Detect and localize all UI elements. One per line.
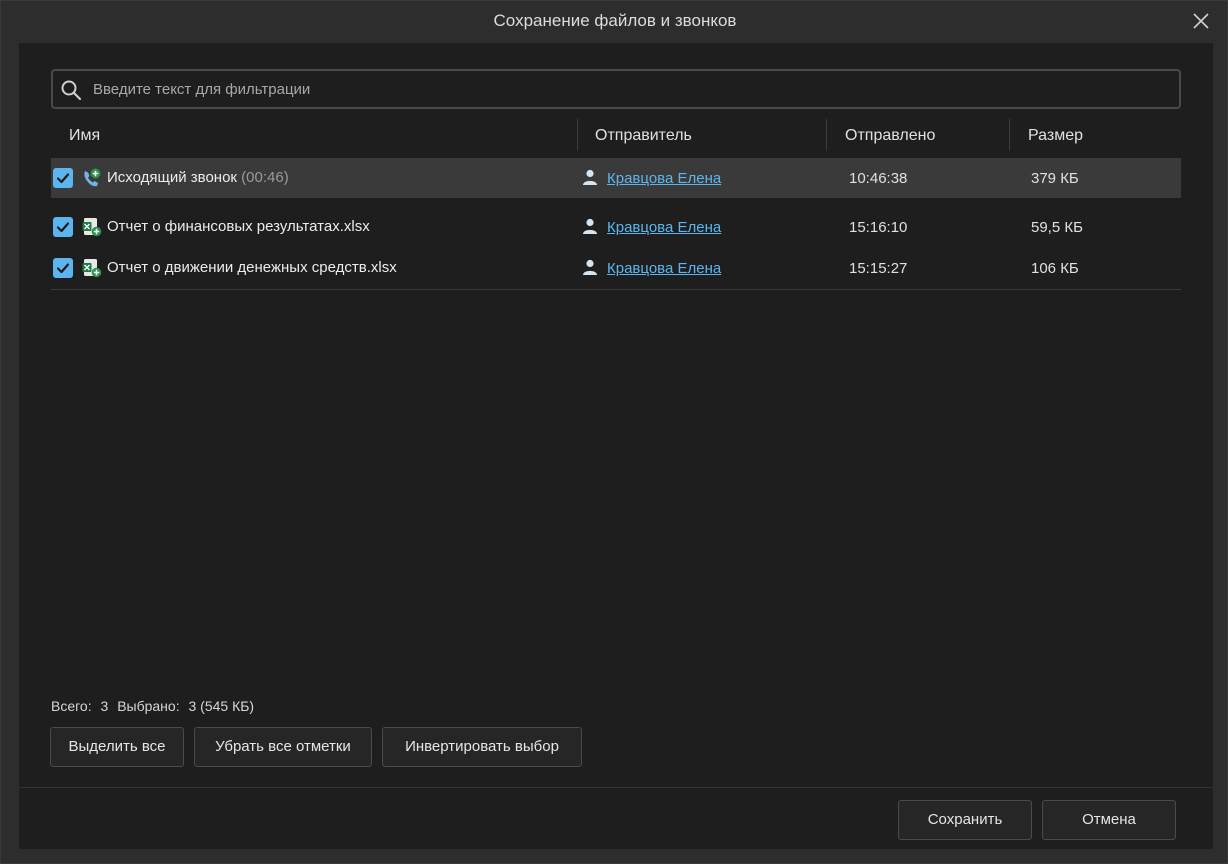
excel-file-icon bbox=[81, 257, 103, 279]
column-header-sender[interactable]: Отправитель bbox=[595, 117, 692, 155]
list-divider bbox=[51, 289, 1181, 290]
column-header-name[interactable]: Имя bbox=[69, 117, 100, 155]
file-size: 106 КБ bbox=[1031, 260, 1079, 277]
user-icon bbox=[581, 217, 599, 235]
search-box bbox=[51, 69, 1181, 109]
row-checkbox[interactable] bbox=[53, 217, 73, 237]
cancel-button[interactable]: Отмена bbox=[1042, 800, 1176, 840]
file-name: Отчет о движении денежных средств.xlsx bbox=[107, 259, 397, 276]
file-name: Отчет о финансовых результатах.xlsx bbox=[107, 218, 370, 235]
excel-file-icon bbox=[81, 216, 103, 238]
file-name: Исходящий звонок (00:46) bbox=[107, 169, 289, 186]
clear-all-button[interactable]: Убрать все отметки bbox=[194, 727, 372, 767]
selected-value: 3 (545 КБ) bbox=[188, 698, 255, 714]
file-name-text: Исходящий звонок bbox=[107, 169, 237, 186]
row-checkbox[interactable] bbox=[53, 258, 73, 278]
selection-summary: Всего: 3 Выбрано: 3 (545 КБ) bbox=[51, 698, 259, 714]
column-header-sent[interactable]: Отправлено bbox=[845, 117, 935, 155]
table-header: Имя Отправитель Отправлено Размер bbox=[51, 117, 1181, 155]
table-row[interactable]: Отчет о финансовых результатах.xlsx Крав… bbox=[51, 207, 1181, 247]
search-input[interactable] bbox=[93, 77, 1173, 101]
invert-selection-button[interactable]: Инвертировать выбор bbox=[382, 727, 582, 767]
row-checkbox[interactable] bbox=[53, 168, 73, 188]
outgoing-call-icon bbox=[81, 167, 103, 189]
user-icon bbox=[581, 258, 599, 276]
table-row[interactable]: Исходящий звонок (00:46) Кравцова Елена … bbox=[51, 158, 1181, 198]
dialog-title: Сохранение файлов и звонков bbox=[493, 11, 737, 30]
title-bar: Сохранение файлов и звонков bbox=[1, 1, 1228, 41]
selected-label: Выбрано: bbox=[117, 698, 180, 714]
sent-time: 10:46:38 bbox=[849, 170, 908, 187]
total-label: Всего: bbox=[51, 698, 92, 714]
column-separator[interactable] bbox=[826, 119, 827, 151]
file-size: 59,5 КБ bbox=[1031, 219, 1083, 236]
dialog-body: Имя Отправитель Отправлено Размер Исходя… bbox=[19, 43, 1213, 849]
sender-link[interactable]: Кравцова Елена bbox=[607, 170, 721, 187]
save-dialog: Сохранение файлов и звонков Имя Отправит… bbox=[0, 0, 1228, 864]
sent-time: 15:16:10 bbox=[849, 219, 908, 236]
user-icon bbox=[581, 168, 599, 186]
save-button[interactable]: Сохранить bbox=[898, 800, 1032, 840]
sender-link[interactable]: Кравцова Елена bbox=[607, 260, 721, 277]
file-size: 379 КБ bbox=[1031, 170, 1079, 187]
sender-link[interactable]: Кравцова Елена bbox=[607, 219, 721, 236]
column-separator[interactable] bbox=[577, 119, 578, 151]
select-all-button[interactable]: Выделить все bbox=[50, 727, 184, 767]
footer-divider bbox=[19, 787, 1213, 788]
column-header-size[interactable]: Размер bbox=[1028, 117, 1083, 155]
column-separator[interactable] bbox=[1009, 119, 1010, 151]
close-icon[interactable] bbox=[1191, 11, 1211, 31]
call-duration: (00:46) bbox=[241, 169, 289, 186]
sent-time: 15:15:27 bbox=[849, 260, 908, 277]
search-icon bbox=[59, 78, 83, 102]
total-value: 3 bbox=[100, 698, 109, 714]
table-row[interactable]: Отчет о движении денежных средств.xlsx К… bbox=[51, 248, 1181, 288]
